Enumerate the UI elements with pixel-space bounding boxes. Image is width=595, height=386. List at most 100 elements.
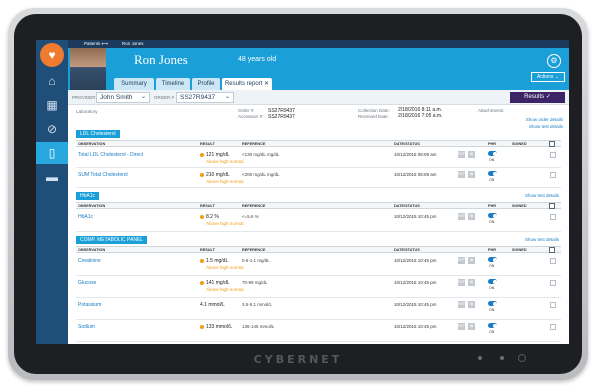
sidebar: ♥ ⌂ ▦ ⊘ ▯ ▬ [36, 40, 68, 344]
ref-button[interactable]: REF [458, 323, 465, 330]
provider-select[interactable]: John Smith ⌄ [96, 92, 150, 103]
chart-icon[interactable]: ▤ [468, 323, 475, 330]
hardware-dot [478, 356, 482, 360]
table-row[interactable]: Creatinine 1.5 mg/dL Above high normal 0… [76, 254, 561, 276]
order-select[interactable]: SS27R9437 ⌄ [176, 92, 234, 103]
select-all-checkbox[interactable] [549, 203, 555, 209]
observation-name[interactable]: Sodium [78, 324, 95, 330]
abnormal-indicator [200, 325, 204, 329]
phr-toggle[interactable] [488, 213, 497, 218]
signed-checkbox[interactable] [550, 324, 556, 330]
patient-header: Patients ⟷ Ron Jones Ron Jones 48 years … [68, 40, 569, 90]
attachment-icon[interactable]: ⊘ [36, 118, 68, 140]
section-title: HbA1c [76, 192, 100, 200]
documents-icon[interactable]: ▯ [36, 142, 68, 164]
signed-checkbox[interactable] [550, 258, 556, 264]
result-flag: Above high normal [206, 287, 244, 292]
gear-icon[interactable]: ⚙ [547, 54, 561, 68]
col-phr: PHR [488, 204, 497, 208]
ref-button[interactable]: REF [458, 213, 465, 220]
breadcrumb-patients[interactable]: Patients ⟷ [84, 40, 108, 48]
table-row[interactable]: Glucose 141 mg/dL Above high normal 70-9… [76, 276, 561, 298]
signed-checkbox[interactable] [550, 302, 556, 308]
table-row[interactable]: Total LDL Cholesterol - Direct 121 mg/dL… [76, 148, 561, 168]
provider-value: John Smith [100, 94, 133, 101]
provider-label: PROVIDER [72, 95, 96, 100]
show-test-details-link[interactable]: Show test details [525, 237, 559, 242]
observation-name[interactable]: Creatinine [78, 258, 101, 264]
reference-range: 0.6-1.1 mg/dL [242, 258, 270, 263]
ref-button[interactable]: REF [458, 151, 465, 158]
result-date: 10/12/2015 10:45 pm [394, 324, 437, 329]
calendar-icon[interactable]: ▦ [36, 94, 68, 116]
show-order-details-link[interactable]: Show order details [526, 117, 563, 122]
chart-icon[interactable]: ▤ [468, 171, 475, 178]
tab-results-report[interactable]: Results report ✕ [222, 78, 272, 90]
chart-icon[interactable]: ▤ [468, 151, 475, 158]
screen: ♥ ⌂ ▦ ⊘ ▯ ▬ Patients ⟷ Ron Jones Ron Jon… [36, 40, 569, 344]
abnormal-indicator [200, 173, 204, 177]
tab-summary[interactable]: Summary [114, 78, 154, 90]
show-test-details-link[interactable]: Show test details [525, 193, 559, 198]
patient-name: Ron Jones [134, 52, 188, 67]
observation-name[interactable]: Glucose [78, 280, 96, 286]
select-all-checkbox[interactable] [549, 141, 555, 147]
results-content: LDL Cholesterol OBSERVATION RESULT REFER… [68, 130, 569, 344]
chart-icon[interactable]: ▤ [468, 301, 475, 308]
breadcrumb-patient[interactable]: Ron Jones [122, 40, 144, 48]
signed-checkbox[interactable] [550, 280, 556, 286]
patient-photo [70, 48, 106, 90]
table-row[interactable]: SUM Total Cholesterol 210 mg/dL Above hi… [76, 168, 561, 188]
result-value: 133 mmol/L [206, 324, 233, 330]
order-value: SS27R9437 [180, 94, 216, 101]
hardware-button[interactable] [518, 354, 526, 362]
col-date-status: DATE/STATUS [394, 248, 420, 252]
table-row[interactable]: Sodium 133 mmol/L 136-145 mmol/L 10/12/2… [76, 320, 561, 342]
chart-icon[interactable]: ▤ [468, 279, 475, 286]
result-date: 10/12/2015 10:45 pm [394, 258, 437, 263]
section-ldl: LDL Cholesterol OBSERVATION RESULT REFER… [76, 130, 561, 190]
signed-checkbox[interactable] [550, 172, 556, 178]
table-row[interactable]: Potassium 4.1 mmol/L 3.5-5.1 mmol/L 10/1… [76, 298, 561, 320]
phr-toggle[interactable] [488, 171, 497, 176]
order-label: ORDER # [154, 95, 175, 100]
col-observation: OBSERVATION [78, 142, 106, 146]
col-signed: SIGNED [512, 248, 527, 252]
tab-timeline[interactable]: Timeline [156, 78, 190, 90]
app-logo-icon: ♥ [40, 43, 64, 67]
signed-checkbox[interactable] [550, 214, 556, 220]
phr-state: ON [489, 264, 495, 268]
actions-button[interactable]: Actions ⌄ [531, 72, 565, 82]
tab-profile[interactable]: Profile [192, 78, 220, 90]
chart-icon[interactable]: ▤ [468, 213, 475, 220]
col-reference: REFERENCE [242, 248, 266, 252]
attachments-label: Attachments: [478, 108, 505, 113]
observation-name[interactable]: Potassium [78, 302, 101, 308]
col-date-status: DATE/STATUS [394, 204, 420, 208]
order-info: Laboratory Order #: SS27R9437 Accession … [68, 105, 569, 129]
result-date: 10/12/2015 10:45 pm [394, 280, 437, 285]
phr-toggle[interactable] [488, 323, 497, 328]
observation-name[interactable]: SUM Total Cholesterol [78, 172, 128, 178]
results-button[interactable]: Results ✓ [510, 92, 565, 103]
col-reference: REFERENCE [242, 204, 266, 208]
phr-toggle[interactable] [488, 257, 497, 262]
received-date-label: Received Date: [358, 114, 389, 119]
signed-checkbox[interactable] [550, 152, 556, 158]
vehicle-icon[interactable]: ▬ [36, 166, 68, 188]
chart-icon[interactable]: ▤ [468, 257, 475, 264]
ref-button[interactable]: REF [458, 171, 465, 178]
phr-toggle[interactable] [488, 301, 497, 306]
ref-button[interactable]: REF [458, 301, 465, 308]
phr-toggle[interactable] [488, 151, 497, 156]
show-test-details-link[interactable]: Show test details [529, 124, 563, 129]
ref-button[interactable]: REF [458, 279, 465, 286]
phr-toggle[interactable] [488, 279, 497, 284]
table-row[interactable]: HbA1c 8.2 % Above high normal <=5.6 % 10… [76, 210, 561, 232]
ref-button[interactable]: REF [458, 257, 465, 264]
reference-range: 3.5-5.1 mmol/L [242, 302, 273, 307]
home-icon[interactable]: ⌂ [36, 70, 68, 92]
observation-name[interactable]: Total LDL Cholesterol - Direct [78, 152, 143, 158]
select-all-checkbox[interactable] [549, 247, 555, 253]
observation-name[interactable]: HbA1c [78, 214, 93, 220]
